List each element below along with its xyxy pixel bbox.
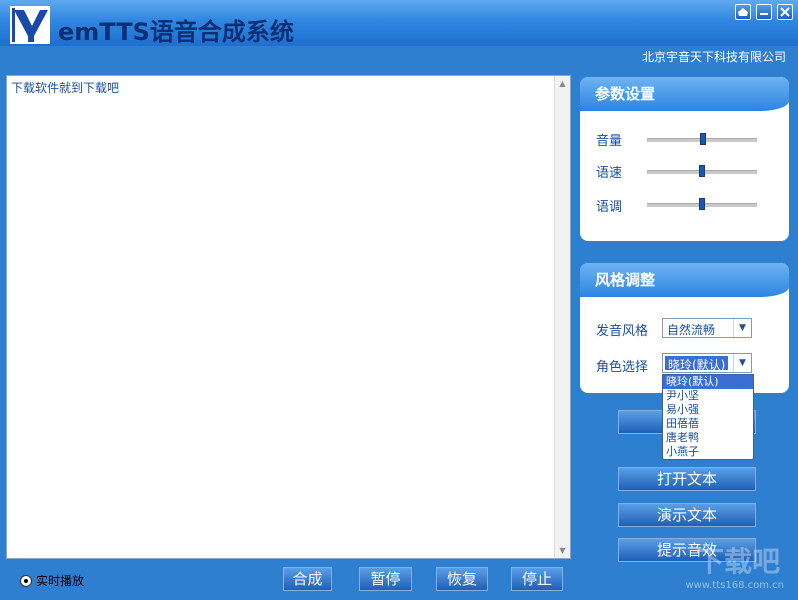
- speed-slider[interactable]: [647, 165, 757, 177]
- watermark-url: www.tts168.com.cn: [685, 580, 785, 591]
- params-panel: 参数设置 音量 语速 语调: [580, 77, 789, 241]
- minimize-icon: [760, 13, 768, 15]
- role-select-label: 角色选择: [596, 360, 649, 375]
- role-value: 晓玲(默认): [665, 356, 729, 372]
- role-option[interactable]: 易小强: [663, 403, 753, 417]
- demo-text-button[interactable]: 演示文本: [618, 503, 756, 527]
- volume-slider[interactable]: [647, 133, 757, 145]
- title-bar: emTTS语音合成系统: [0, 0, 798, 46]
- role-select[interactable]: 晓玲(默认) ▼: [662, 353, 752, 373]
- role-option[interactable]: 唐老鸭: [663, 431, 753, 445]
- stop-button[interactable]: 停止: [511, 567, 563, 591]
- scroll-down-icon[interactable]: ▼: [557, 545, 568, 556]
- role-option[interactable]: 晓玲(默认): [663, 375, 753, 389]
- param-label-pitch: 语调: [596, 200, 623, 215]
- role-option[interactable]: 小燕子: [663, 445, 753, 459]
- pronunciation-style-value: 自然流畅: [667, 323, 716, 337]
- synthesize-button[interactable]: 合成: [283, 567, 332, 591]
- chevron-down-icon[interactable]: ▼: [733, 319, 751, 337]
- close-button[interactable]: [777, 4, 793, 20]
- scroll-up-icon[interactable]: ▲: [557, 78, 568, 89]
- text-editor[interactable]: 下载软件就到下载吧 ▲ ▼: [6, 75, 571, 559]
- param-label-volume: 音量: [596, 134, 623, 149]
- pitch-slider[interactable]: [647, 198, 757, 210]
- emtts-logo-icon: [10, 6, 50, 44]
- style-header: 风格调整: [580, 263, 789, 297]
- role-option[interactable]: 田蓓蓓: [663, 417, 753, 431]
- speed-slider-thumb[interactable]: [699, 165, 705, 177]
- vertical-scrollbar[interactable]: ▲ ▼: [554, 76, 570, 558]
- role-dropdown-list[interactable]: 晓玲(默认) 尹小坚 易小强 田蓓蓓 唐老鸭 小燕子: [662, 374, 754, 460]
- resume-button[interactable]: 恢复: [436, 567, 488, 591]
- pronunciation-style-select[interactable]: 自然流畅 ▼: [662, 318, 752, 338]
- realtime-play-option[interactable]: 实时播放: [20, 572, 84, 589]
- minimize-button[interactable]: [756, 4, 772, 20]
- chevron-down-icon[interactable]: ▼: [733, 354, 751, 372]
- skin-icon: [738, 8, 748, 16]
- pitch-slider-thumb[interactable]: [699, 198, 705, 210]
- main-window: emTTS语音合成系统 北京宇音天下科技有限公司 下载软件就到下载吧 ▲ ▼ 参…: [0, 0, 798, 600]
- pronunciation-style-label: 发音风格: [596, 324, 649, 339]
- editor-text[interactable]: 下载软件就到下载吧: [11, 79, 119, 96]
- close-icon: [780, 7, 790, 17]
- params-header: 参数设置: [580, 77, 789, 111]
- realtime-radio[interactable]: [20, 574, 32, 587]
- skin-button[interactable]: [735, 4, 751, 20]
- watermark: 下载吧: [695, 545, 780, 578]
- open-text-button[interactable]: 打开文本: [618, 467, 756, 491]
- pause-button[interactable]: 暂停: [359, 567, 412, 591]
- volume-slider-thumb[interactable]: [700, 133, 706, 145]
- realtime-label: 实时播放: [36, 574, 85, 588]
- app-title: emTTS语音合成系统: [58, 18, 294, 46]
- role-option[interactable]: 尹小坚: [663, 389, 753, 403]
- param-label-speed: 语速: [596, 166, 623, 181]
- company-name: 北京宇音天下科技有限公司: [641, 50, 786, 64]
